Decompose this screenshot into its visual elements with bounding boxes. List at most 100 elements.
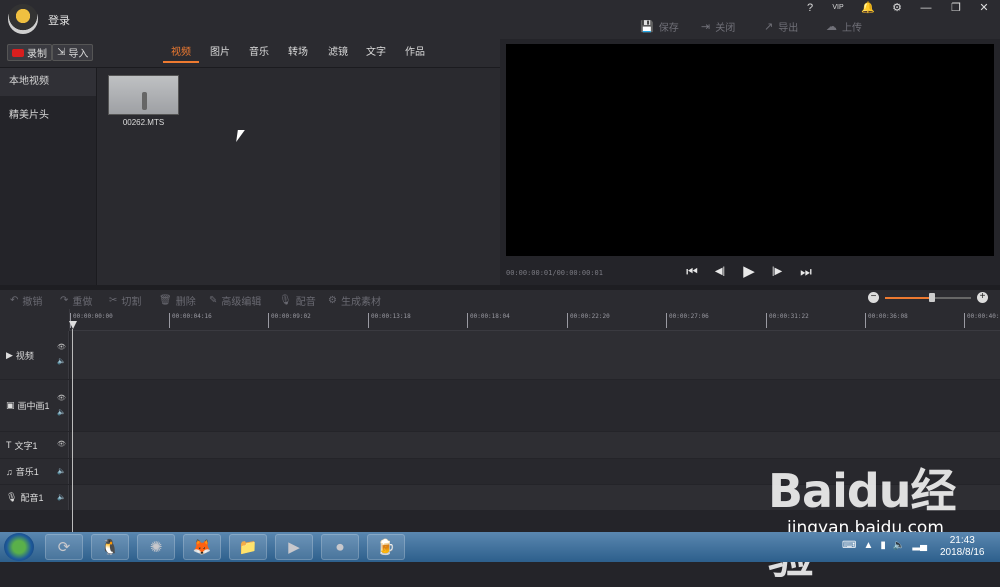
export-icon: ↗: [764, 20, 774, 33]
media-thumbnail[interactable]: [108, 75, 179, 115]
play-icon[interactable]: ▶: [741, 264, 757, 280]
delete-button[interactable]: 🗑 删除: [159, 293, 196, 308]
track-header-video[interactable]: ▶ 视频 👁 🔈: [0, 331, 69, 379]
track-label: 音乐1: [15, 467, 39, 477]
track-label: 视频: [15, 350, 34, 361]
redo-icon: ↷: [60, 295, 69, 306]
ruler-tick: 00:00:31:22: [766, 313, 809, 328]
save-button[interactable]: 💾 保存: [640, 17, 679, 35]
taskbar-app-qq[interactable]: 🐧: [91, 534, 129, 560]
close-project-button[interactable]: ⇥ 关闭: [701, 17, 735, 35]
undo-icon: ↶: [10, 295, 19, 306]
close-icon[interactable]: ✕: [973, 0, 995, 16]
maximize-icon[interactable]: ❐: [945, 0, 967, 16]
tab-video[interactable]: 视频: [163, 45, 199, 63]
zoom-out-icon[interactable]: −: [868, 292, 879, 303]
record-icon: [12, 48, 24, 57]
start-button[interactable]: [4, 533, 34, 561]
taskbar-app-explorer[interactable]: 📁: [229, 534, 267, 560]
eye-icon[interactable]: 👁: [57, 343, 66, 351]
generate-asset-button[interactable]: ⚙ 生成素材: [328, 293, 381, 308]
taskbar-app-recorder[interactable]: ⏺: [321, 534, 359, 560]
cut-button[interactable]: ✂ 切割: [109, 293, 141, 308]
microphone-icon: 🎙: [279, 295, 292, 306]
advanced-edit-button[interactable]: ✎ 高级编辑: [209, 293, 261, 308]
import-icon: ⇲: [57, 47, 66, 58]
tray-expand-icon[interactable]: ▲: [863, 540, 873, 551]
video-track-icon: ▶: [6, 349, 13, 360]
track-header-music[interactable]: ♫ 音乐1 🔈: [0, 459, 69, 484]
taskbar-app-firefox[interactable]: 🦊: [183, 534, 221, 560]
battery-icon[interactable]: ▮: [880, 540, 886, 551]
pip-track-icon: ▣: [6, 400, 15, 410]
gear-icon: ⚙: [328, 295, 337, 306]
zoom-slider-fill: [885, 297, 933, 299]
track-lane-pip[interactable]: [70, 380, 1000, 431]
track-header-text[interactable]: T 文字1 👁: [0, 432, 69, 458]
keyboard-icon[interactable]: ⌨: [842, 540, 856, 551]
import-button[interactable]: ⇲ 导入: [52, 44, 94, 61]
vip-icon[interactable]: VIP: [827, 0, 849, 16]
import-label: 导入: [68, 49, 89, 60]
speaker-icon[interactable]: 🔈: [57, 467, 66, 475]
playhead-marker[interactable]: [69, 321, 77, 329]
taskbar-app-media[interactable]: ▶: [275, 534, 313, 560]
track-lane-video[interactable]: [70, 331, 1000, 379]
step-forward-icon[interactable]: |▶: [769, 264, 785, 280]
preview-timecode: 00:00:00:01/00:00:00:01: [506, 269, 603, 277]
tab-transition[interactable]: 转场: [280, 45, 316, 63]
library-sidebar: [0, 68, 97, 285]
minimize-icon[interactable]: —: [915, 0, 937, 16]
dub-button[interactable]: 🎙 配音: [279, 293, 316, 308]
bell-icon[interactable]: 🔔: [857, 0, 879, 16]
zoom-slider-handle[interactable]: [929, 293, 936, 302]
eye-icon[interactable]: 👁: [57, 394, 66, 402]
settings-icon[interactable]: ⚙: [886, 0, 908, 16]
tab-text[interactable]: 文字: [358, 45, 394, 63]
tab-image[interactable]: 图片: [202, 45, 238, 63]
skip-end-icon[interactable]: ⏭: [798, 264, 814, 280]
taskbar-app-editor[interactable]: 🍺: [367, 534, 405, 560]
record-button[interactable]: 录制: [7, 44, 52, 61]
media-filename: 00262.MTS: [122, 118, 165, 127]
tab-music[interactable]: 音乐: [241, 45, 277, 63]
eye-icon[interactable]: 👁: [57, 440, 66, 448]
ruler-tick: 00:00:36:08: [865, 313, 908, 328]
track-header-pip[interactable]: ▣ 画中画1 👁 🔈: [0, 380, 69, 431]
skip-start-icon[interactable]: ⏮: [684, 264, 700, 280]
tab-filter[interactable]: 滤镜: [320, 45, 356, 63]
network-icon[interactable]: ▂▄: [912, 540, 927, 551]
export-label: 导出: [778, 22, 799, 34]
speaker-icon[interactable]: 🔈: [57, 408, 66, 416]
volume-icon[interactable]: 🔈: [893, 540, 905, 551]
redo-button[interactable]: ↷ 重做: [60, 293, 92, 308]
sidebar-item-intros[interactable]: 精美片头: [0, 102, 96, 130]
taskbar-clock[interactable]: 21:43 2018/8/16: [940, 535, 985, 559]
step-back-icon[interactable]: ◀|: [712, 264, 728, 280]
app-logo: [8, 4, 38, 34]
zoom-in-icon[interactable]: +: [977, 292, 988, 303]
sidebar-item-local-video[interactable]: 本地视频: [0, 68, 96, 96]
tab-works[interactable]: 作品: [397, 45, 433, 63]
upload-button[interactable]: ☁ 上传: [826, 17, 862, 35]
ruler-tick: 00:00:09:02: [268, 313, 311, 328]
speaker-icon[interactable]: 🔈: [57, 493, 66, 501]
ruler-tick: 00:00:18:04: [467, 313, 510, 328]
ruler-tick: 00:00:40:: [964, 313, 1000, 328]
help-icon[interactable]: ?: [799, 0, 821, 16]
microphone-icon: 🎙: [6, 492, 18, 502]
login-link[interactable]: 登录: [48, 12, 70, 28]
export-button[interactable]: ↗ 导出: [764, 17, 798, 35]
taskbar-app-player[interactable]: ✺: [137, 534, 175, 560]
speaker-icon[interactable]: 🔈: [57, 357, 66, 365]
music-note-icon: ♫: [6, 466, 13, 477]
close-label: 关闭: [715, 22, 736, 34]
generate-asset-label: 生成素材: [340, 297, 381, 308]
taskbar-app-360[interactable]: ⟳: [45, 534, 83, 560]
upload-label: 上传: [842, 22, 862, 34]
dub-label: 配音: [295, 297, 316, 308]
undo-button[interactable]: ↶ 撤销: [10, 293, 42, 308]
track-header-dub[interactable]: 🎙 配音1 🔈: [0, 485, 69, 510]
cut-label: 切割: [121, 297, 142, 308]
ruler-tick: 00:00:27:06: [666, 313, 709, 328]
